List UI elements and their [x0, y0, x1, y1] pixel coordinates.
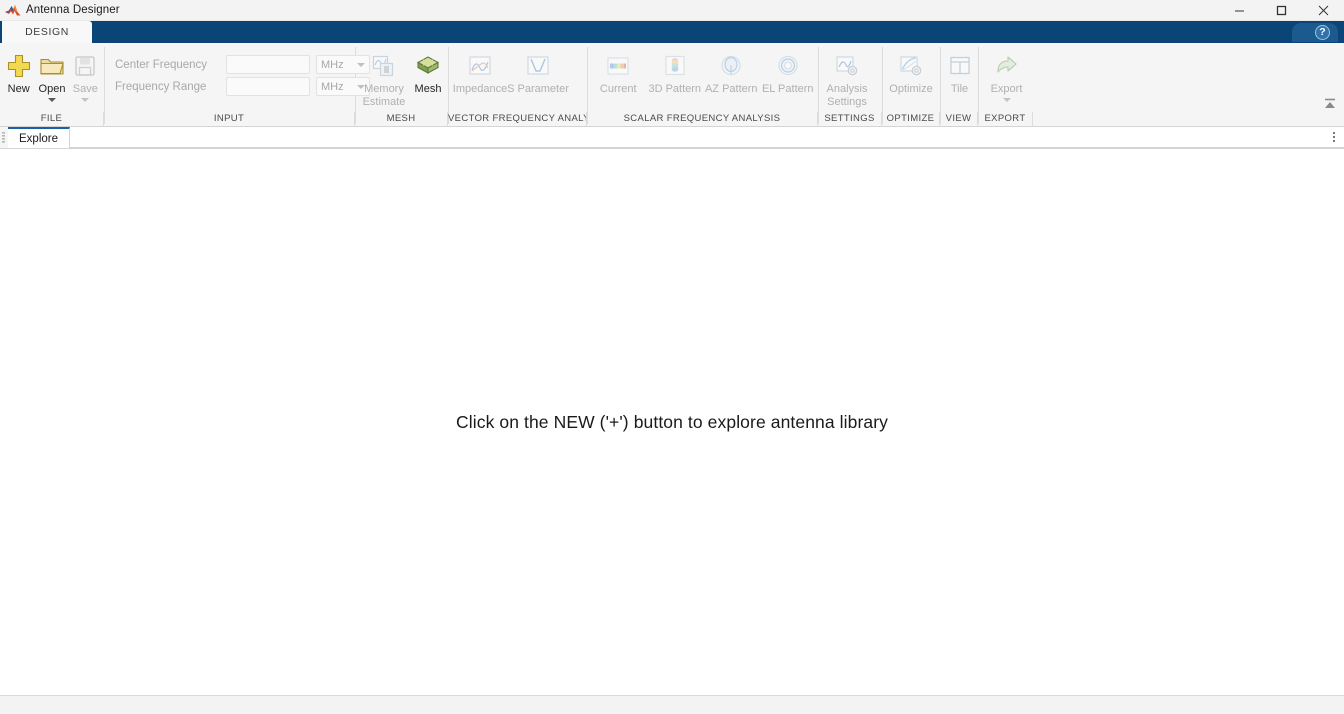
mesh-button[interactable]: Mesh: [410, 47, 446, 96]
mesh-icon: [415, 51, 441, 81]
azimuth-pattern-icon: [718, 51, 744, 81]
window-controls: [1218, 0, 1344, 20]
elevation-pattern-icon: [775, 51, 801, 81]
save-dropdown-icon: [81, 97, 90, 102]
export-arrow-icon: [994, 51, 1020, 81]
frequency-range-unit-label: MHz: [321, 80, 344, 93]
current-distribution-icon: [605, 51, 631, 81]
az-pattern-label: AZ Pattern: [704, 83, 758, 95]
group-label-settings: SETTINGS: [818, 112, 882, 126]
3d-pattern-icon: [662, 51, 688, 81]
memory-estimate-label: Memory Estimate: [362, 83, 406, 108]
document-tab-empty-area: [70, 127, 1324, 148]
save-label: Save: [72, 83, 98, 95]
optimize-button: Optimize: [885, 47, 937, 96]
az-pattern-button: AZ Pattern: [703, 47, 760, 96]
s-parameter-label: S Parameter: [507, 83, 569, 95]
drag-handle-icon[interactable]: [0, 127, 8, 148]
help-button-container: ?: [1292, 23, 1338, 42]
close-icon[interactable]: [1302, 0, 1344, 21]
ribbon-group-labels: FILE INPUT MESH VECTOR FREQUENCY ANALYSI…: [0, 112, 1344, 126]
3d-pattern-button: 3D Pattern: [647, 47, 704, 96]
impedance-label: Impedance: [452, 83, 508, 95]
s-parameter-button: S Parameter: [507, 47, 569, 96]
export-label: Export: [990, 83, 1023, 95]
group-label-export: EXPORT: [978, 112, 1033, 126]
group-label-file: FILE: [0, 112, 104, 126]
ribbon-toolbar: New Open Save Center Frequency MHz Frequ…: [0, 43, 1344, 127]
group-label-optimize: OPTIMIZE: [882, 112, 940, 126]
impedance-button: Impedance: [451, 47, 509, 96]
group-label-scalar: SCALAR FREQUENCY ANALYSIS: [587, 112, 818, 126]
collapse-ribbon-icon[interactable]: [1322, 96, 1338, 112]
analysis-settings-label: Analysis Settings: [826, 83, 868, 108]
open-button[interactable]: Open: [35, 47, 68, 102]
center-frequency-label: Center Frequency: [115, 58, 208, 71]
group-label-mesh: MESH: [355, 112, 448, 126]
analysis-settings-button: Analysis Settings: [821, 47, 873, 108]
plus-icon: [6, 51, 32, 81]
window-title-bar: Antenna Designer: [0, 0, 1344, 21]
tile-layout-icon: [948, 51, 972, 81]
vertical-dots-icon[interactable]: [1324, 127, 1344, 148]
memory-estimate-icon: [371, 51, 397, 81]
frequency-range-row: Frequency Range MHz: [115, 77, 370, 96]
window-title: Antenna Designer: [26, 4, 120, 16]
export-button: Export: [981, 47, 1032, 102]
floppy-disk-icon: [73, 51, 97, 81]
help-icon: ?: [1315, 25, 1330, 40]
memory-estimate-button: Memory Estimate: [358, 47, 410, 108]
minimize-icon[interactable]: [1218, 0, 1260, 21]
save-button: Save: [69, 47, 102, 102]
folder-icon: [39, 51, 65, 81]
maximize-icon[interactable]: [1260, 0, 1302, 21]
group-label-view: VIEW: [940, 112, 978, 126]
center-frequency-unit-label: MHz: [321, 58, 344, 71]
document-tab-bar: Explore: [0, 127, 1344, 149]
new-button[interactable]: New: [2, 47, 35, 96]
help-button[interactable]: ?: [1292, 23, 1338, 42]
open-dropdown-icon[interactable]: [47, 97, 56, 102]
center-frequency-input[interactable]: [226, 55, 310, 74]
center-frequency-row: Center Frequency MHz: [115, 55, 370, 74]
current-label: Current: [599, 83, 637, 95]
optimize-label: Optimize: [889, 83, 933, 95]
3d-pattern-label: 3D Pattern: [648, 83, 702, 95]
tab-explore[interactable]: Explore: [8, 127, 70, 148]
empty-state-hint: Click on the NEW ('+') button to explore…: [456, 411, 888, 432]
ribbon-tab-strip: DESIGN ?: [0, 21, 1344, 43]
group-label-input: INPUT: [104, 112, 355, 126]
el-pattern-label: EL Pattern: [761, 83, 814, 95]
tile-label: Tile: [950, 83, 969, 95]
tab-design[interactable]: DESIGN: [2, 21, 92, 43]
open-label: Open: [38, 83, 66, 95]
export-dropdown-icon: [1002, 97, 1011, 102]
group-label-vector: VECTOR FREQUENCY ANALYSIS: [448, 112, 587, 126]
current-button: Current: [590, 47, 647, 96]
tile-button: Tile: [943, 47, 976, 96]
impedance-plot-icon: [467, 51, 493, 81]
frequency-range-label: Frequency Range: [115, 80, 207, 93]
mesh-label: Mesh: [414, 83, 442, 95]
optimize-icon: [898, 51, 924, 81]
analysis-settings-icon: [834, 51, 860, 81]
s-parameter-plot-icon: [525, 51, 551, 81]
matlab-logo-icon: [4, 3, 22, 17]
status-bar: [0, 695, 1344, 714]
frequency-range-input[interactable]: [226, 77, 310, 96]
main-canvas: Click on the NEW ('+') button to explore…: [0, 149, 1344, 695]
new-label: New: [7, 83, 30, 95]
el-pattern-button: EL Pattern: [760, 47, 817, 96]
